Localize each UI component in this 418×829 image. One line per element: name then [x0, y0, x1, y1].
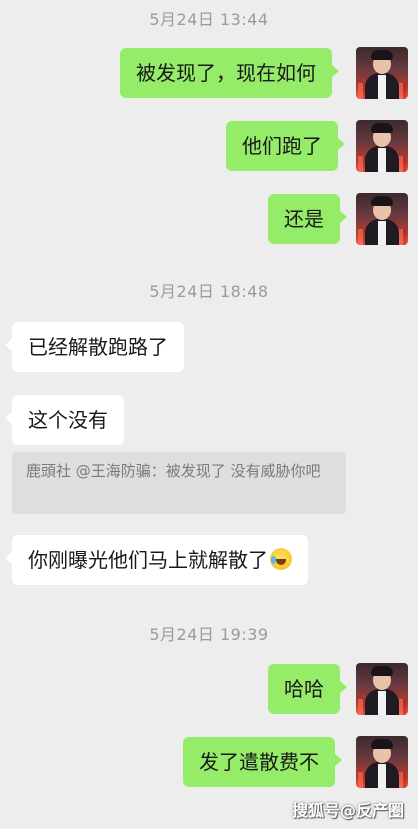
message-bubble-outgoing[interactable]: 他们跑了 [226, 121, 345, 171]
avatar[interactable] [356, 663, 408, 715]
message-bubble-incoming[interactable]: 这个没有 [5, 395, 124, 445]
timestamp: 5月24日 13:44 [149, 10, 269, 29]
message-bubble-outgoing[interactable]: 发了遣散费不 [183, 737, 342, 787]
timestamp: 5月24日 18:48 [149, 282, 269, 301]
avatar[interactable] [356, 47, 408, 99]
quoted-message[interactable]: 鹿頭社 @王海防骗：被发现了 没有威胁你吧 [12, 452, 346, 514]
crying-laughing-emoji-icon [270, 548, 292, 570]
message-bubble-outgoing[interactable]: 哈哈 [268, 664, 347, 714]
watermark: 搜狐号@反产圈 [291, 801, 404, 820]
message-bubble-incoming[interactable]: 已经解散跑路了 [5, 322, 184, 372]
message-text: 你刚曝光他们马上就解散了 [28, 548, 268, 572]
avatar[interactable] [356, 120, 408, 172]
avatar[interactable] [356, 736, 408, 788]
message-bubble-outgoing[interactable]: 还是 [268, 194, 347, 244]
message-bubble-outgoing[interactable]: 被发现了，现在如何 [120, 48, 339, 98]
message-bubble-incoming[interactable]: 你刚曝光他们马上就解散了 [5, 535, 308, 585]
avatar[interactable] [356, 193, 408, 245]
timestamp: 5月24日 19:39 [149, 625, 269, 644]
